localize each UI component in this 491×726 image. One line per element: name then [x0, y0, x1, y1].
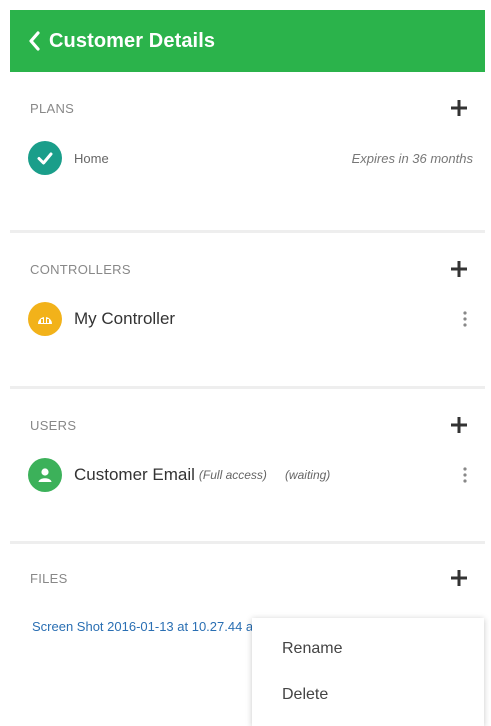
user-status: (waiting) — [284, 468, 331, 482]
add-user-plus-icon[interactable] — [451, 417, 467, 433]
plan-row[interactable]: Home Expires in 36 months — [10, 136, 485, 180]
delete-menu-item[interactable]: Delete — [252, 672, 484, 718]
controller-icon — [28, 302, 62, 336]
controller-name: My Controller — [74, 309, 176, 328]
plans-section: PLANS Home Expires in 36 months — [10, 80, 485, 233]
add-plan-plus-icon[interactable] — [451, 100, 467, 116]
user-icon — [28, 458, 62, 492]
file-context-menu: Rename Delete — [252, 618, 484, 726]
add-file-plus-icon[interactable] — [451, 570, 467, 586]
rename-menu-item[interactable]: Rename — [252, 626, 484, 672]
controller-kebab-icon[interactable] — [457, 308, 473, 330]
user-row[interactable]: Customer Email (Full access) (waiting) — [10, 453, 485, 497]
controllers-section: CONTROLLERS My Controller — [10, 241, 485, 389]
users-section: USERS Customer Email (Full access) (wait… — [10, 397, 485, 544]
page-title: Customer Details — [49, 29, 216, 52]
user-kebab-icon[interactable] — [457, 464, 473, 486]
header-bar: Customer Details — [10, 10, 485, 72]
file-link[interactable]: Screen Shot 2016-01-13 at 10.27.44 am.pn… — [32, 619, 289, 634]
plans-heading: PLANS — [30, 100, 75, 116]
chevron-left-icon[interactable] — [28, 31, 40, 51]
users-heading: USERS — [30, 417, 77, 433]
files-heading: FILES — [30, 570, 68, 586]
add-controller-plus-icon[interactable] — [451, 261, 467, 277]
user-access: (Full access) — [198, 468, 267, 482]
controller-row[interactable]: My Controller — [10, 297, 485, 341]
plan-name: Home — [74, 150, 109, 166]
plan-expiry: Expires in 36 months — [351, 150, 473, 166]
check-circle-icon — [28, 141, 62, 175]
controllers-heading: CONTROLLERS — [30, 261, 131, 277]
user-email: Customer Email — [74, 465, 195, 484]
